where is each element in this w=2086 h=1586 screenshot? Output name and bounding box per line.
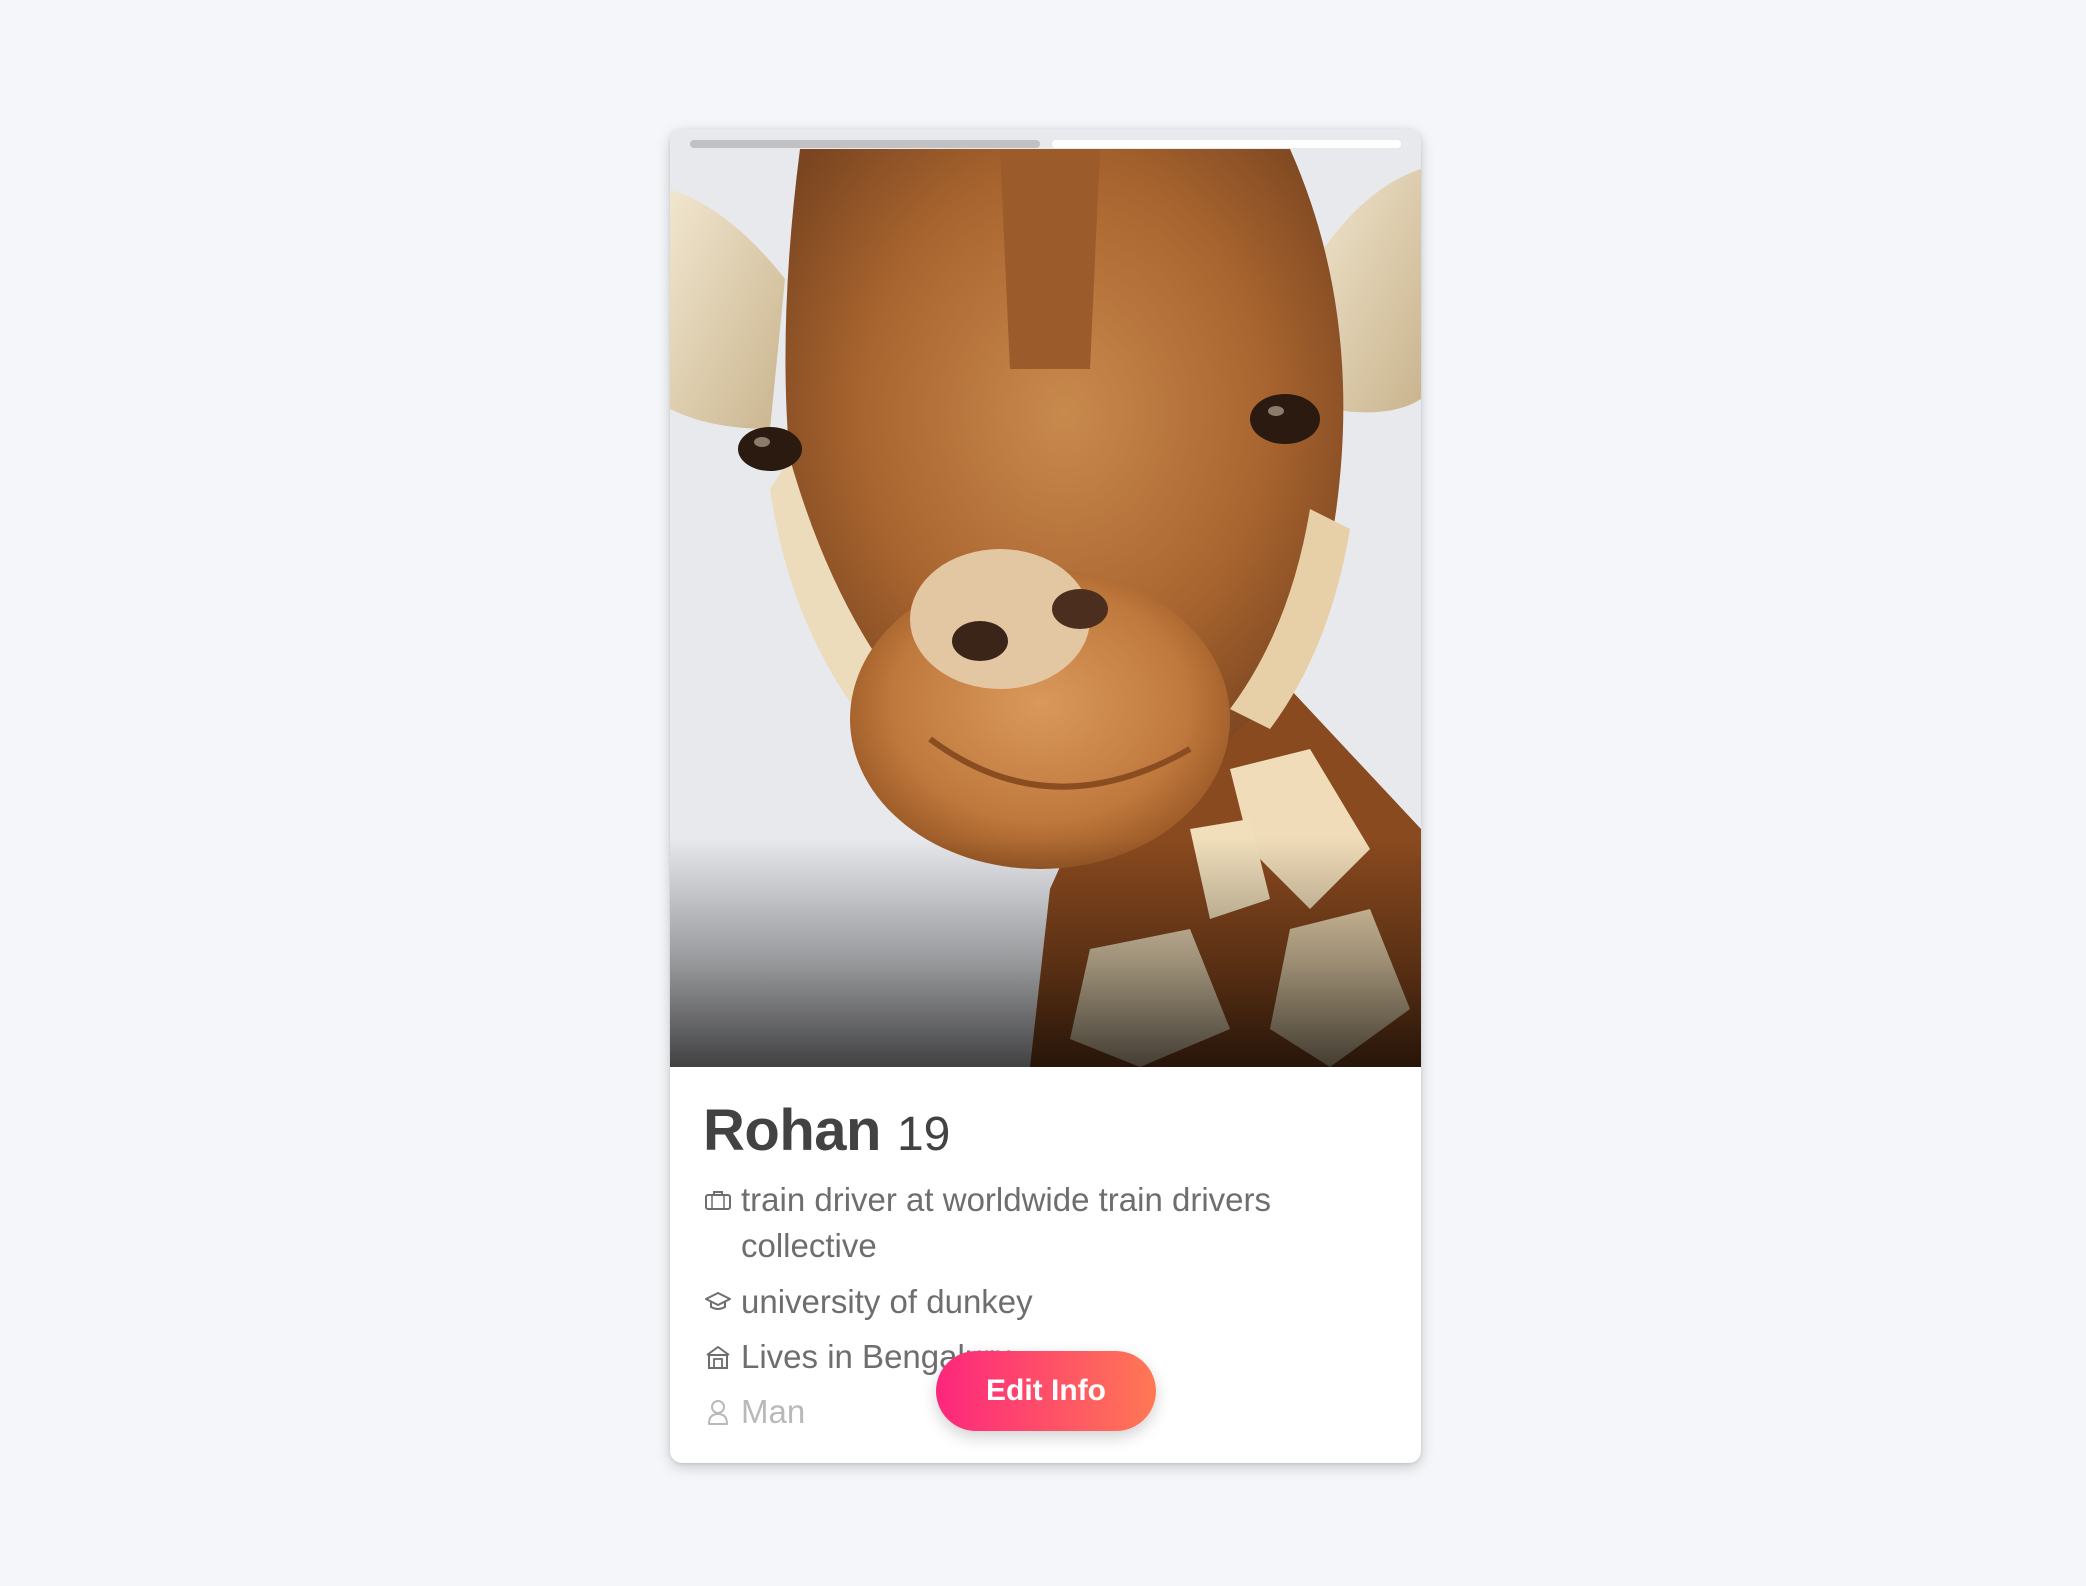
detail-school: university of dunkey	[703, 1279, 1361, 1325]
profile-age: 19	[896, 1108, 951, 1161]
name-row: Rohan 19	[703, 1097, 950, 1164]
briefcase-icon	[703, 1177, 733, 1223]
profile-card: Rohan 19 train driver at worldwide train…	[670, 129, 1421, 1463]
giraffe-photo	[670, 129, 1421, 1067]
detail-job-text: train driver at worldwide train drivers …	[741, 1181, 1272, 1264]
person-icon	[703, 1389, 733, 1435]
photo-progress-segment-2[interactable]	[1051, 140, 1401, 148]
edit-info-button-wrapper: Edit Info	[936, 1351, 1156, 1431]
photo-progress-segment-1[interactable]	[690, 140, 1040, 148]
photo-progress-bar	[690, 140, 1401, 148]
graduation-cap-icon	[703, 1279, 733, 1325]
edit-info-button[interactable]: Edit Info	[936, 1351, 1156, 1431]
home-icon	[703, 1334, 733, 1380]
detail-job: train driver at worldwide train drivers …	[703, 1177, 1361, 1269]
detail-school-text: university of dunkey	[741, 1283, 1033, 1320]
profile-name: Rohan	[703, 1098, 881, 1163]
profile-photo[interactable]	[670, 129, 1421, 1067]
